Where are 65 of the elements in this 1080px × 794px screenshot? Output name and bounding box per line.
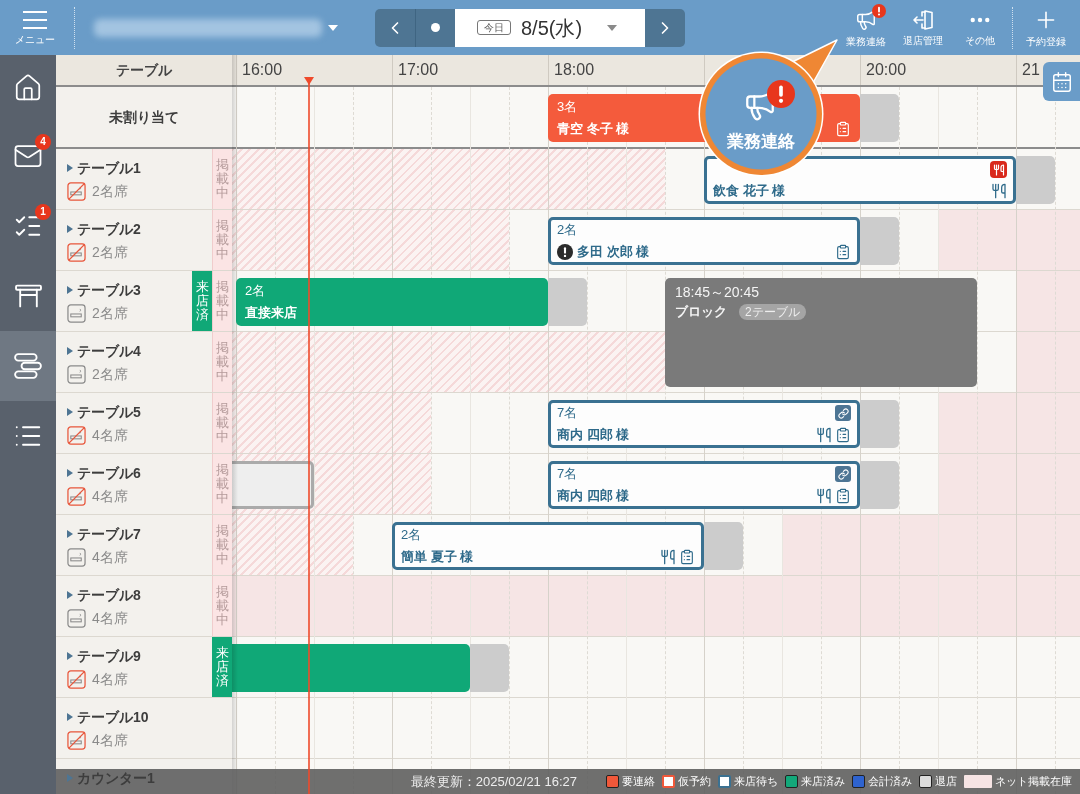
- guest-name: 直接来店: [245, 304, 297, 322]
- legend-label: 退店: [935, 774, 957, 790]
- party-size: 2名: [245, 282, 266, 300]
- column-header: テーブル: [56, 55, 232, 87]
- date-label: 8/5(水): [521, 15, 583, 40]
- visited-status-tag: 来店済: [212, 637, 232, 697]
- table-name: テーブル6: [77, 464, 141, 483]
- seat-count: 2名席: [92, 365, 128, 384]
- listing-status-tag: 掲載中: [212, 332, 232, 392]
- legend-label: 来店待ち: [734, 774, 778, 790]
- hour-label: 21: [1022, 60, 1040, 80]
- guest-name: 商内 四郎 様: [557, 426, 630, 444]
- block-label: ブロック: [675, 303, 727, 321]
- seat-count: 2名席: [92, 243, 128, 262]
- guest-name: 飲食 花子 様: [713, 182, 786, 200]
- seat-count: 4名席: [92, 670, 128, 689]
- legend-label: 要連絡: [622, 774, 655, 790]
- listing-status-tag: 掲載中: [212, 576, 232, 636]
- table-count-tag: 2テーブル: [739, 304, 806, 320]
- table-name: テーブル3: [77, 281, 141, 300]
- legend-label: ネット掲載在庫: [995, 774, 1072, 790]
- party-size: 3名: [557, 98, 578, 116]
- legend-label: 仮予約: [678, 774, 711, 790]
- visited-status-tag: 来店済: [192, 271, 212, 331]
- time-range: 18:45～20:45: [675, 283, 761, 302]
- last-updated-text: 最終更新：2025/02/21 16:27: [410, 772, 577, 791]
- listing-status-tag: 掲載中: [212, 210, 232, 270]
- table-name: テーブル7: [77, 525, 141, 544]
- seat-count: 2名席: [92, 182, 128, 201]
- guest-name: 商内 四郎 様: [557, 487, 630, 505]
- legend-label: 会計済み: [868, 774, 912, 790]
- table-name: テーブル2: [77, 220, 141, 239]
- table-name: テーブル1: [77, 159, 141, 178]
- hour-label: 20:00: [866, 60, 907, 80]
- table-name: テーブル5: [77, 403, 141, 422]
- table-name: テーブル4: [77, 342, 141, 361]
- seat-count: 4名席: [92, 731, 128, 750]
- guest-name: 簡単 夏子 様: [401, 548, 474, 566]
- guest-name: 青空 冬子 様: [557, 120, 630, 138]
- listing-status-tag: 掲載中: [212, 149, 232, 209]
- table-name: テーブル10: [77, 708, 149, 727]
- party-size: 7名: [557, 404, 578, 422]
- table-name: テーブル8: [77, 586, 141, 605]
- seat-count: 4名席: [92, 609, 128, 628]
- count-badge: 1: [35, 204, 51, 220]
- count-badge: 4: [35, 134, 51, 150]
- hour-label: 16:00: [242, 60, 283, 80]
- table-name: テーブル9: [77, 647, 141, 666]
- guest-name: 多田 次郎 様: [577, 243, 650, 261]
- party-size: 2名: [557, 221, 578, 239]
- listing-status-tag: 掲載中: [212, 454, 232, 514]
- seat-count: 4名席: [92, 426, 128, 445]
- party-size: 7名: [557, 465, 578, 483]
- hour-label: 17:00: [398, 60, 439, 80]
- seat-count: 4名席: [92, 487, 128, 506]
- listing-status-tag: 掲載中: [212, 271, 232, 331]
- tooltip-label: 業務連絡: [726, 131, 796, 153]
- hour-label: 18:00: [554, 60, 595, 80]
- seat-count: 4名席: [92, 548, 128, 567]
- party-size: 2名: [401, 526, 422, 544]
- seat-count: 2名席: [92, 304, 128, 323]
- unassigned-label: 未割り当て: [109, 107, 179, 127]
- listing-status-tag: 掲載中: [212, 393, 232, 453]
- listing-status-tag: 掲載中: [212, 515, 232, 575]
- legend-label: 来店済み: [801, 774, 845, 790]
